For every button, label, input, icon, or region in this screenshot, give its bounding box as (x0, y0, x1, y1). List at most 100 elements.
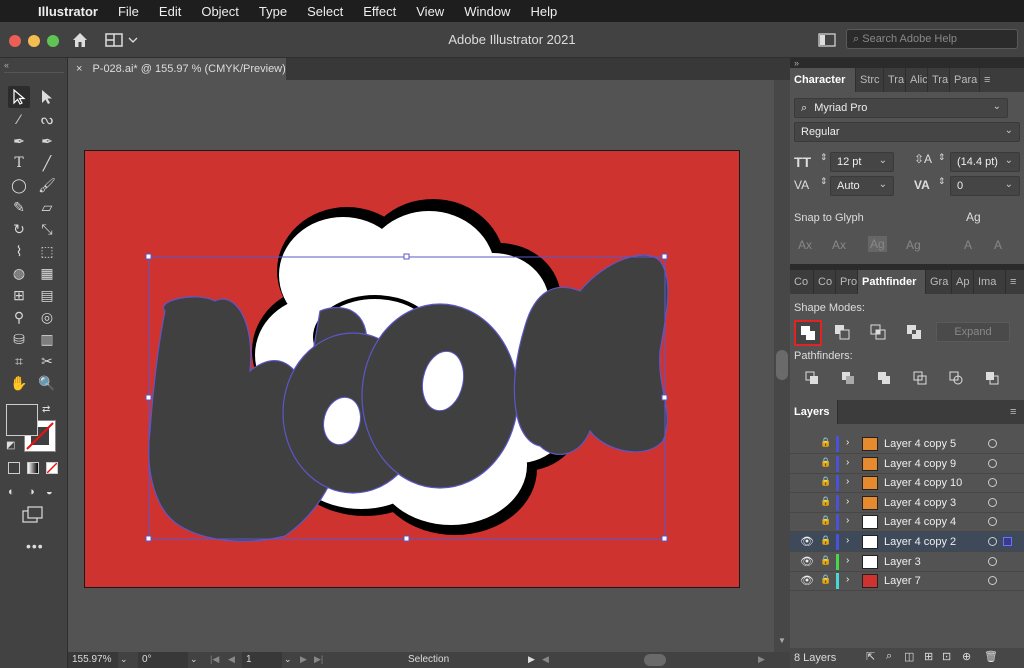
collapse-dock-icon[interactable]: » (794, 58, 799, 68)
shape-builder-tool-icon[interactable]: ◍ (8, 262, 30, 284)
target-circle-icon[interactable] (988, 517, 997, 527)
layer-row[interactable]: 🔒 › Layer 4 copy 4 (790, 512, 1024, 533)
visibility-eye-icon[interactable] (800, 496, 812, 508)
visibility-eye-icon[interactable]: 👁 (800, 535, 814, 548)
mesh-tool-icon[interactable]: ⊞ (8, 284, 30, 306)
zoom-field[interactable]: 155.97% (68, 652, 118, 668)
visibility-eye-icon[interactable] (800, 515, 812, 527)
line-segment-tool-icon[interactable]: ╱ (36, 152, 58, 174)
lock-icon[interactable]: 🔒 (820, 437, 831, 448)
target-circle-icon[interactable] (988, 478, 997, 488)
target-circle-icon[interactable] (988, 576, 997, 586)
layer-row[interactable]: 👁 🔒 › Layer 4 copy 2 (790, 532, 1024, 552)
lock-icon[interactable]: 🔒 (820, 515, 831, 526)
layer-row[interactable]: 🔒 › Layer 4 copy 9 (790, 454, 1024, 474)
ellipse-tool-icon[interactable]: ◯ (8, 174, 30, 196)
snap-glyph-settings-icon[interactable]: Ag (966, 210, 981, 224)
lock-icon[interactable]: 🔒 (820, 555, 831, 566)
none-mode-icon[interactable] (46, 462, 58, 474)
home-icon[interactable] (70, 30, 90, 50)
expand-chevron-icon[interactable]: › (846, 476, 849, 487)
tab-paragraph[interactable]: Para (950, 68, 980, 92)
trim-button[interactable] (838, 368, 858, 388)
menu-edit[interactable]: Edit (149, 4, 191, 19)
zoom-tool-icon[interactable]: 🔍 (36, 372, 58, 394)
scroll-down-icon[interactable]: ▼ (778, 636, 786, 645)
scroll-left-icon[interactable]: ◀ (542, 654, 549, 665)
tracking-stepper-icon[interactable]: ⇕ (938, 176, 946, 187)
menu-app-name[interactable]: Illustrator (28, 4, 108, 19)
minus-back-button[interactable] (982, 368, 1002, 388)
slice-tool-icon[interactable]: ✂ (36, 350, 58, 372)
vertical-scrollbar[interactable]: ▼ (774, 80, 790, 652)
layer-row[interactable]: 🔒 › Layer 4 copy 3 (790, 493, 1024, 513)
tab-image-trace[interactable]: Ima (974, 270, 1006, 294)
target-circle-icon[interactable] (988, 458, 997, 468)
previous-artboard-icon[interactable]: ◀ (228, 654, 235, 665)
first-artboard-icon[interactable]: |◀ (210, 654, 219, 665)
lock-icon[interactable]: 🔒 (820, 457, 831, 468)
kerning-stepper-icon[interactable]: ⇕ (820, 176, 828, 187)
minimize-window-button[interactable] (28, 35, 40, 47)
selection-tool-icon[interactable] (8, 86, 30, 108)
horizontal-scrollbar-thumb[interactable] (644, 654, 666, 666)
layer-row[interactable]: 👁 🔒 › Layer 7 (790, 571, 1024, 592)
close-tab-icon[interactable]: × (76, 63, 82, 75)
visibility-eye-icon[interactable] (800, 476, 812, 488)
lock-icon[interactable]: 🔒 (820, 476, 831, 487)
layer-row[interactable]: 🔒 › Layer 4 copy 10 (790, 473, 1024, 494)
close-window-button[interactable] (9, 35, 21, 47)
leading-field[interactable]: (14.4 pt) ⌄ (950, 152, 1020, 172)
eraser-tool-icon[interactable]: ▱ (36, 196, 58, 218)
edit-toolbar-icon[interactable]: ••• (26, 538, 44, 554)
menu-help[interactable]: Help (520, 4, 567, 19)
layer-row[interactable]: 🔒 › Layer 4 copy 5 (790, 434, 1024, 454)
lasso-tool-icon[interactable]: ᔓ (36, 108, 58, 130)
document-tab[interactable]: × P-028.ai* @ 155.97 % (CMYK/Preview) (68, 58, 286, 80)
unite-button[interactable] (794, 320, 822, 346)
tab-stroke[interactable]: Strc (856, 68, 884, 92)
column-graph-tool-icon[interactable]: ▥ (36, 328, 58, 350)
curvature-tool-icon[interactable]: ✒ (36, 130, 58, 152)
expand-chevron-icon[interactable]: › (846, 515, 849, 526)
type-tool-icon[interactable]: T (8, 152, 30, 174)
export-icon[interactable]: ⇱ (866, 650, 875, 663)
outline-button[interactable] (946, 368, 966, 388)
expand-chevron-icon[interactable]: › (846, 535, 849, 546)
scale-tool-icon[interactable]: ⤡ (36, 218, 58, 240)
artboard-tool-icon[interactable]: ⌗ (8, 350, 30, 372)
artboard-dropdown-icon[interactable]: ⌄ (284, 654, 292, 665)
snap-baseline-icon[interactable]: Ax (798, 238, 812, 252)
direct-selection-tool-icon[interactable] (36, 86, 58, 108)
draw-inside-icon[interactable]: ◒ (46, 486, 53, 498)
expand-button[interactable]: Expand (936, 322, 1010, 342)
rotation-field[interactable]: 0° (138, 652, 188, 668)
draw-behind-icon[interactable]: ◑ (28, 486, 35, 498)
eyedropper-tool-icon[interactable]: ⚲ (8, 306, 30, 328)
menu-window[interactable]: Window (454, 4, 520, 19)
target-circle-icon[interactable] (988, 556, 997, 566)
font-style-dropdown[interactable]: Regular ⌄ (794, 122, 1020, 142)
collect-for-export-icon[interactable]: ⊞ (924, 650, 933, 663)
snap-x-height-icon[interactable]: Ax (832, 238, 846, 252)
crop-button[interactable] (910, 368, 930, 388)
color-mode-icon[interactable] (8, 462, 20, 474)
expand-chevron-icon[interactable]: › (846, 496, 849, 507)
divide-button[interactable] (802, 368, 822, 388)
collapse-toolbar-icon[interactable]: « (4, 60, 9, 70)
artboard[interactable] (84, 150, 740, 588)
exclude-button[interactable] (904, 322, 924, 342)
minus-front-button[interactable] (832, 322, 852, 342)
new-layer-icon[interactable]: ⊕ (962, 650, 971, 663)
rotate-tool-icon[interactable]: ↻ (8, 218, 30, 240)
status-menu-icon[interactable]: ▶ (528, 654, 535, 665)
blend-tool-icon[interactable]: ◎ (36, 306, 58, 328)
delete-layer-icon[interactable]: 🗑 (984, 650, 998, 663)
visibility-eye-icon[interactable] (800, 457, 812, 469)
kerning-field[interactable]: Auto ⌄ (830, 176, 894, 196)
expand-chevron-icon[interactable]: › (846, 457, 849, 468)
next-artboard-icon[interactable]: ▶ (300, 654, 307, 665)
expand-chevron-icon[interactable]: › (846, 555, 849, 566)
rotation-dropdown-icon[interactable]: ⌄ (190, 654, 198, 665)
font-size-field[interactable]: 12 pt ⌄ (830, 152, 894, 172)
